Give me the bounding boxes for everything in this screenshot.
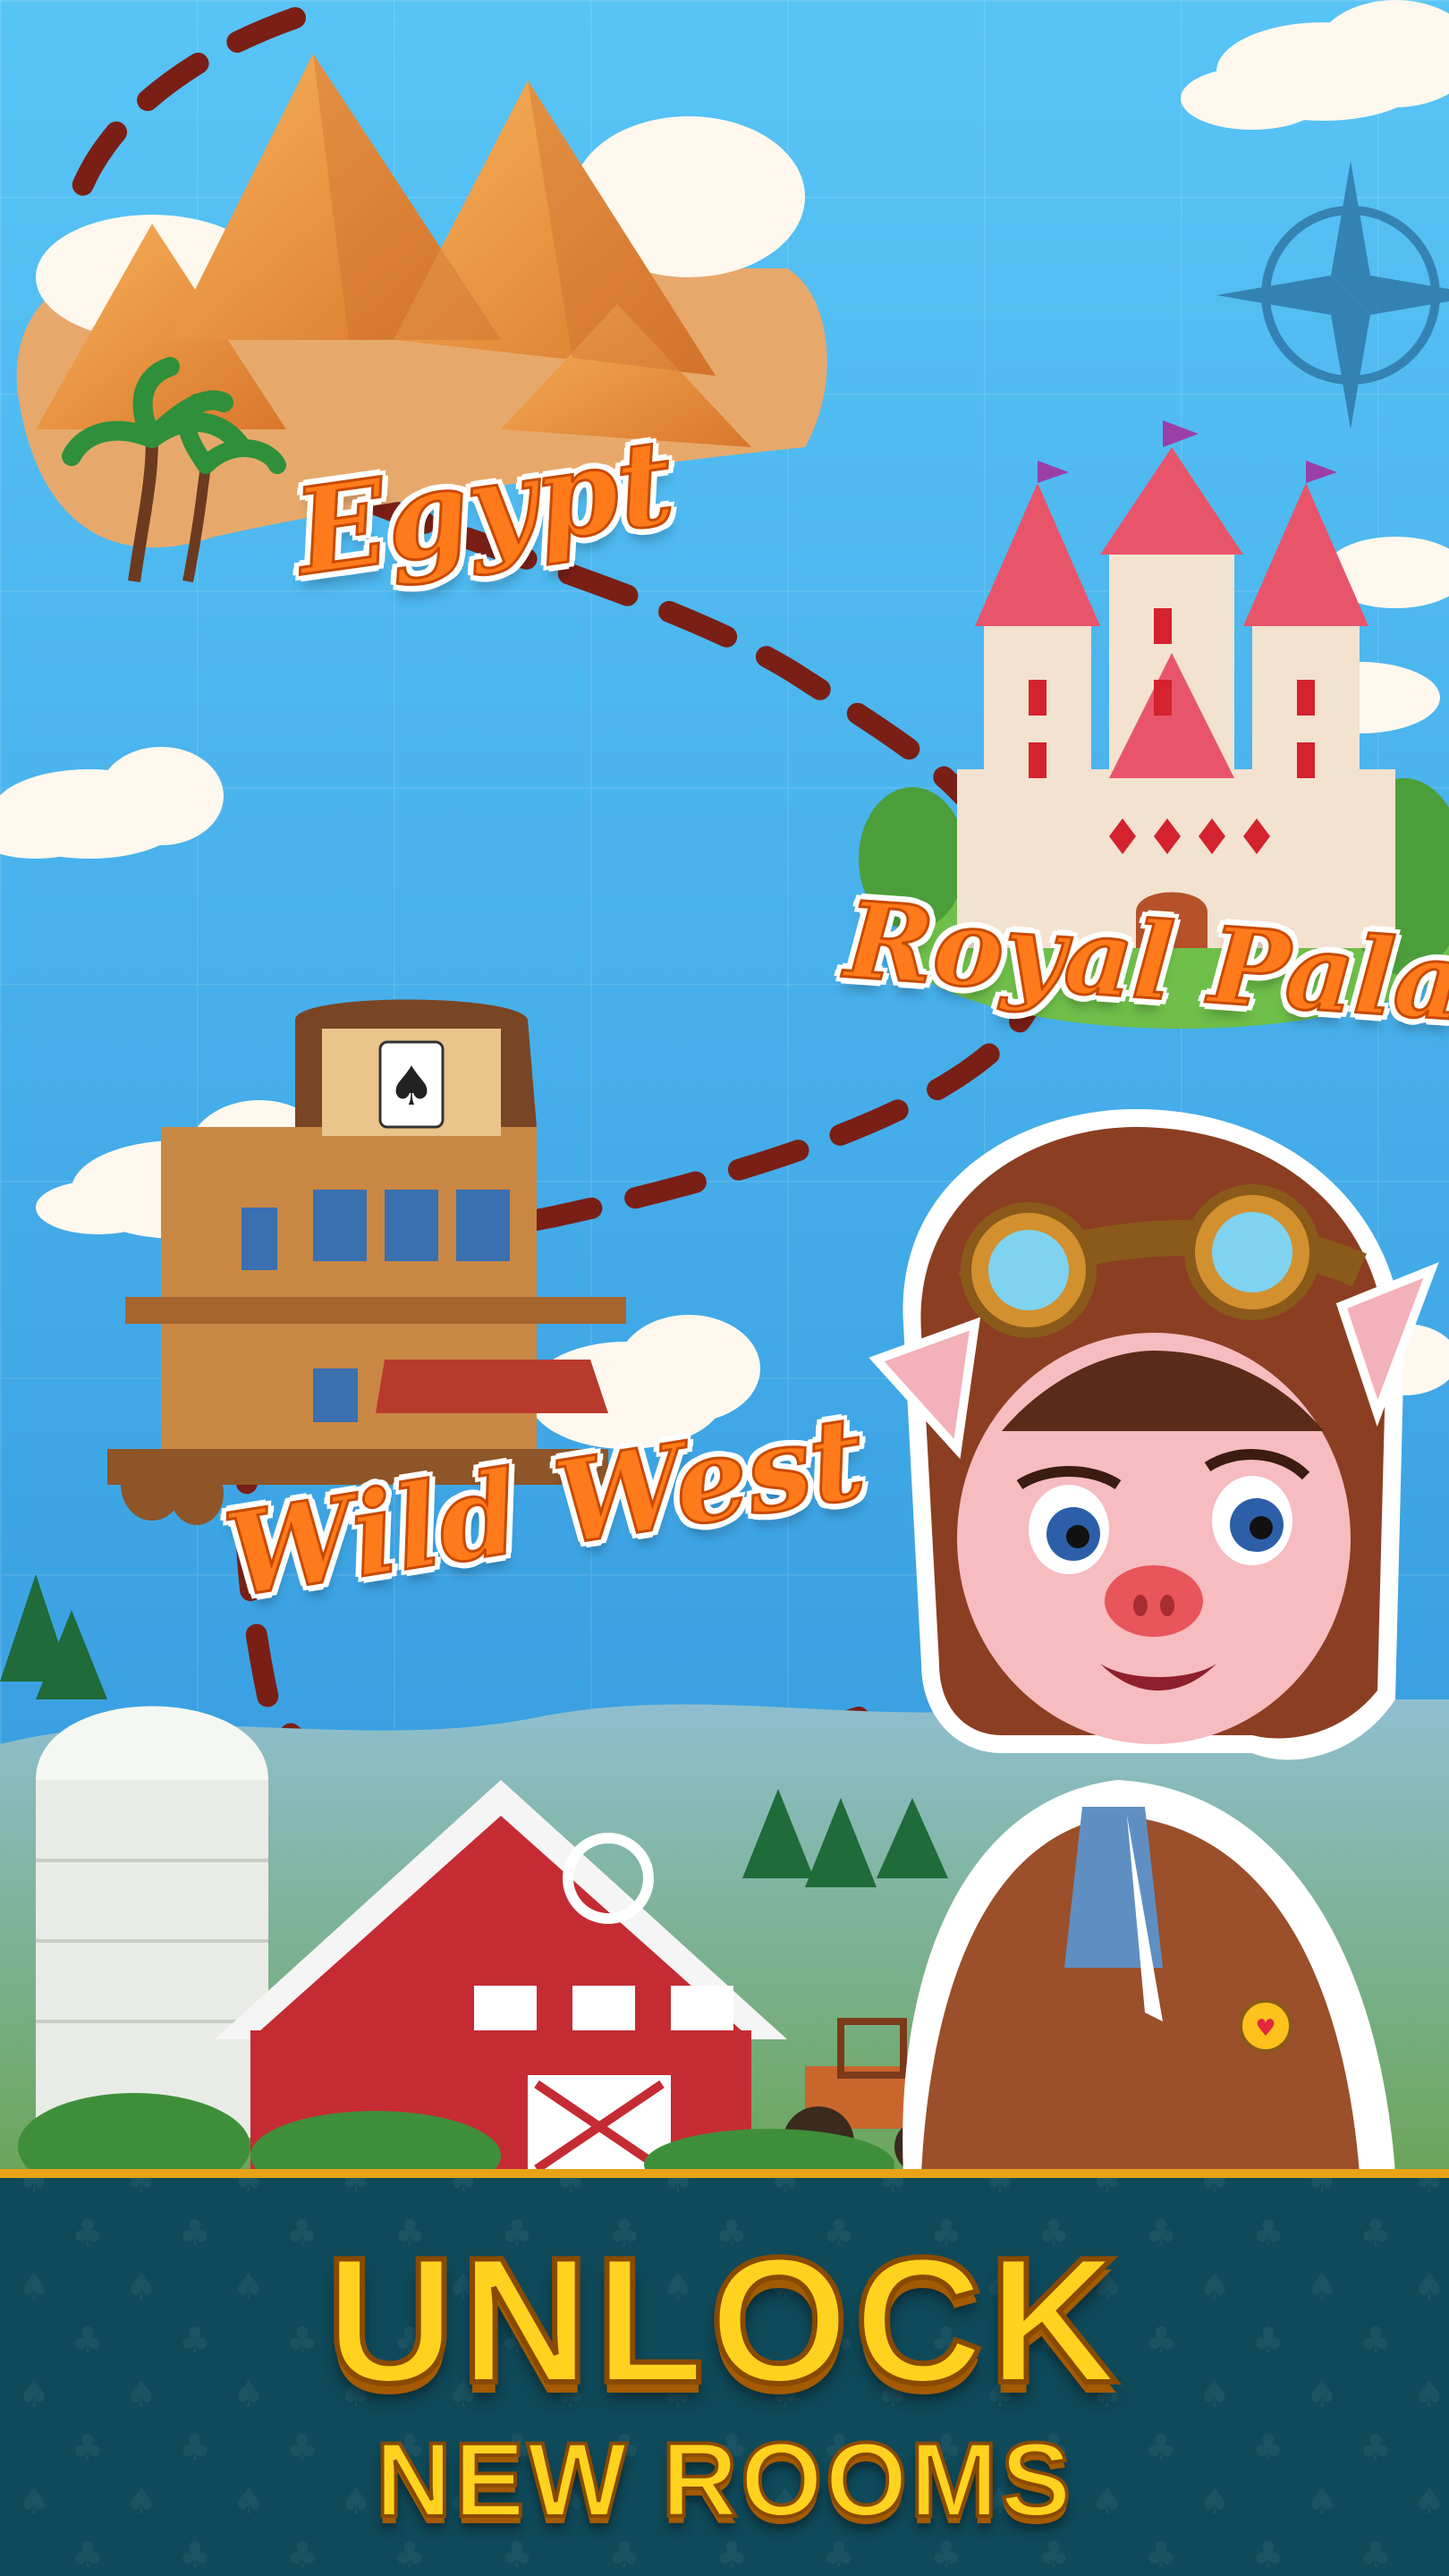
svg-text:♥: ♥	[1255, 2015, 1275, 2042]
aviator-pig-character: ♥	[869, 1109, 1439, 2174]
banner-subtitle: NEW ROOMS	[374, 2419, 1074, 2541]
svg-text:♠: ♠	[387, 1055, 436, 1118]
banner-border	[0, 2169, 1449, 2178]
banner-title: UNLOCK	[323, 2218, 1123, 2423]
world-map-illustration: ♠ ♣	[0, 0, 1449, 2576]
playing-card-spade-icon: ♠	[378, 1040, 445, 1129]
promo-screen: ♠ ♣	[0, 0, 1449, 2576]
heart-badge-icon: ♥	[1239, 1999, 1292, 2053]
